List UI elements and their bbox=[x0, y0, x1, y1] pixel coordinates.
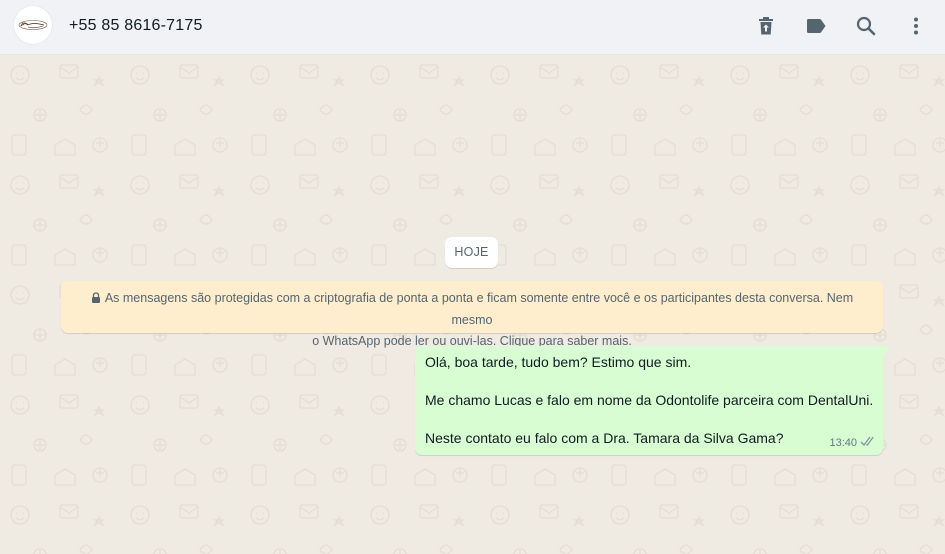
date-divider: HOJE bbox=[445, 237, 498, 268]
encryption-notice-line1: As mensagens são protegidas com a cripto… bbox=[104, 291, 854, 327]
bubble-tail bbox=[882, 346, 889, 359]
encryption-notice[interactable]: As mensagens são protegidas com a cripto… bbox=[61, 281, 883, 348]
search-icon[interactable] bbox=[854, 14, 878, 38]
contact-avatar[interactable] bbox=[13, 5, 53, 45]
lock-icon bbox=[91, 289, 101, 310]
message-meta: 13:40 bbox=[829, 436, 876, 450]
label-icon[interactable] bbox=[804, 14, 828, 38]
message-time: 13:40 bbox=[829, 437, 857, 449]
message-line: Me chamo Lucas e falo em nome da Odontol… bbox=[425, 392, 874, 408]
delete-icon[interactable] bbox=[754, 14, 778, 38]
menu-icon[interactable] bbox=[904, 14, 928, 38]
chat-panel[interactable]: HOJE As mensagens são protegidas com a c… bbox=[0, 55, 945, 554]
message-line: Olá, boa tarde, tudo bem? Estimo que sim… bbox=[425, 354, 692, 370]
double-check-icon bbox=[860, 436, 876, 450]
message-line: Neste contato eu falo com a Dra. Tamara … bbox=[425, 430, 784, 446]
chat-header: +55 85 8616-7175 bbox=[0, 0, 945, 55]
contact-name[interactable]: +55 85 8616-7175 bbox=[69, 17, 203, 35]
outgoing-message[interactable]: Olá, boa tarde, tudo bem? Estimo que sim… bbox=[415, 346, 889, 455]
